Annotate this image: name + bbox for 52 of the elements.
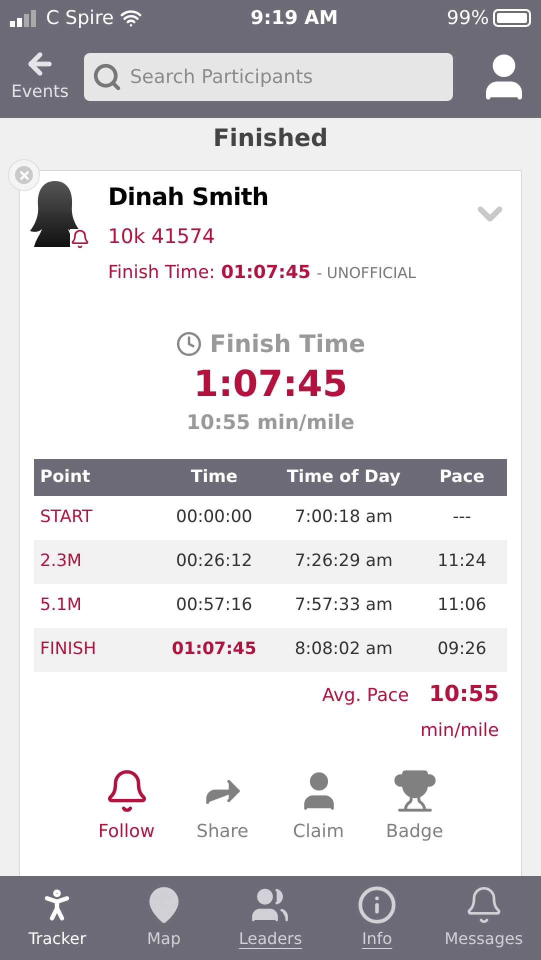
- finish-time-label: Finish Time:: [108, 261, 216, 285]
- search-icon: [92, 62, 122, 92]
- avg-pace-value: 10:55: [428, 681, 499, 709]
- table-cell-text: 5.1M: [39, 594, 83, 618]
- table-cell-text: 11:24: [436, 550, 488, 574]
- table-cell-text: 11:06: [436, 594, 488, 618]
- trophy-icon: [392, 768, 438, 814]
- tab-bar-item[interactable]: Tracker: [7, 885, 108, 951]
- clock-time: 9:19 AM: [250, 6, 338, 31]
- tab-bar-item[interactable]: Map: [114, 885, 214, 951]
- clock-icon: [176, 331, 202, 357]
- events-back-button[interactable]: Events: [10, 48, 70, 106]
- table-cell-text: FINISH: [39, 638, 98, 662]
- action-button[interactable]: Share: [188, 768, 256, 845]
- table-cell-text: 2.3M: [39, 550, 83, 574]
- table-cell-text: START: [39, 506, 94, 530]
- info-icon: [357, 885, 398, 925]
- column-header: Pace: [438, 466, 486, 489]
- column-header: Point: [39, 466, 92, 489]
- carrier-name: C Spire: [46, 6, 114, 31]
- summary-pace: 10:55 min/mile: [186, 409, 354, 436]
- table-cell-text: 7:57:33 am: [294, 594, 394, 618]
- summary-time: 1:07:45: [193, 363, 348, 407]
- finish-time-value: 01:07:45: [221, 261, 311, 285]
- participant-name: Dinah Smith: [108, 182, 270, 213]
- table-cell-text: 09:26: [436, 638, 488, 662]
- action-button[interactable]: Claim: [284, 768, 352, 845]
- avg-pace-unit: min/mile: [420, 719, 499, 743]
- section-title: Finished: [212, 123, 329, 154]
- table-cell-text: 7:26:29 am: [294, 550, 394, 574]
- table-cell-text: ---: [452, 506, 472, 530]
- action-button[interactable]: Badge: [380, 768, 448, 845]
- column-header: Time: [190, 466, 239, 489]
- table-cell-text: 8:08:02 am: [294, 638, 394, 662]
- summary-title: Finish Time: [210, 329, 366, 360]
- table-cell-text: 7:00:18 am: [294, 506, 394, 530]
- tab-bar-item[interactable]: Messages: [434, 885, 534, 951]
- table-cell-text: 00:00:00: [175, 506, 254, 530]
- table-cell-text: 01:07:45: [170, 638, 258, 662]
- action-button[interactable]: Follow: [92, 768, 160, 845]
- table-cell-text: 00:57:16: [175, 594, 254, 618]
- avg-pace-label: Avg. Pace: [322, 684, 409, 708]
- tab-bar-item[interactable]: Leaders: [220, 885, 320, 951]
- column-header: Time of Day: [286, 466, 402, 489]
- table-cell-text: 00:26:12: [175, 550, 254, 574]
- bib-number: 10k 41574: [108, 223, 216, 250]
- battery-icon: [493, 9, 531, 27]
- remove-icon[interactable]: [8, 159, 40, 191]
- unofficial-note: - UNOFFICIAL: [316, 263, 416, 284]
- search-field[interactable]: Search Participants: [84, 53, 453, 101]
- tab-bar-item[interactable]: Info: [327, 885, 428, 951]
- battery-percent: 99%: [446, 6, 489, 31]
